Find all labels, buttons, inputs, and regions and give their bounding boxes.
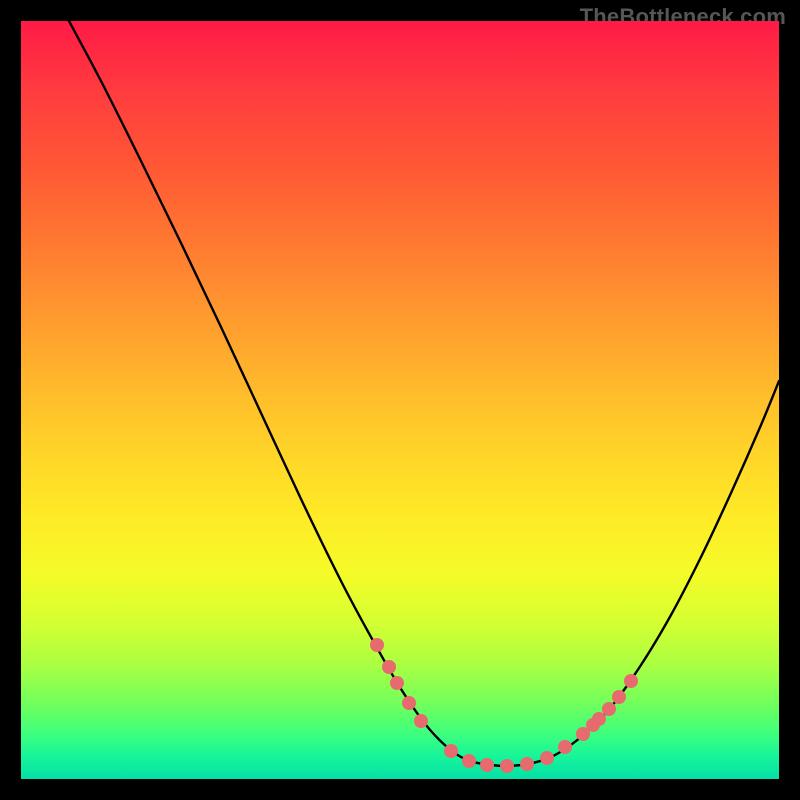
bottleneck-curve — [69, 21, 779, 766]
data-marker — [602, 702, 616, 716]
data-marker — [558, 740, 572, 754]
data-marker — [402, 696, 416, 710]
plot-area — [21, 21, 779, 779]
data-marker — [624, 674, 638, 688]
data-marker — [444, 744, 458, 758]
chart-frame: TheBottleneck.com — [0, 0, 800, 800]
curve-layer — [21, 21, 779, 779]
data-marker — [480, 758, 494, 772]
data-marker — [382, 660, 396, 674]
data-markers — [370, 638, 638, 773]
data-marker — [370, 638, 384, 652]
data-marker — [540, 751, 554, 765]
data-marker — [612, 690, 626, 704]
data-marker — [462, 754, 476, 768]
data-marker — [592, 712, 606, 726]
data-marker — [520, 757, 534, 771]
data-marker — [414, 714, 428, 728]
data-marker — [390, 676, 404, 690]
data-marker — [500, 759, 514, 773]
